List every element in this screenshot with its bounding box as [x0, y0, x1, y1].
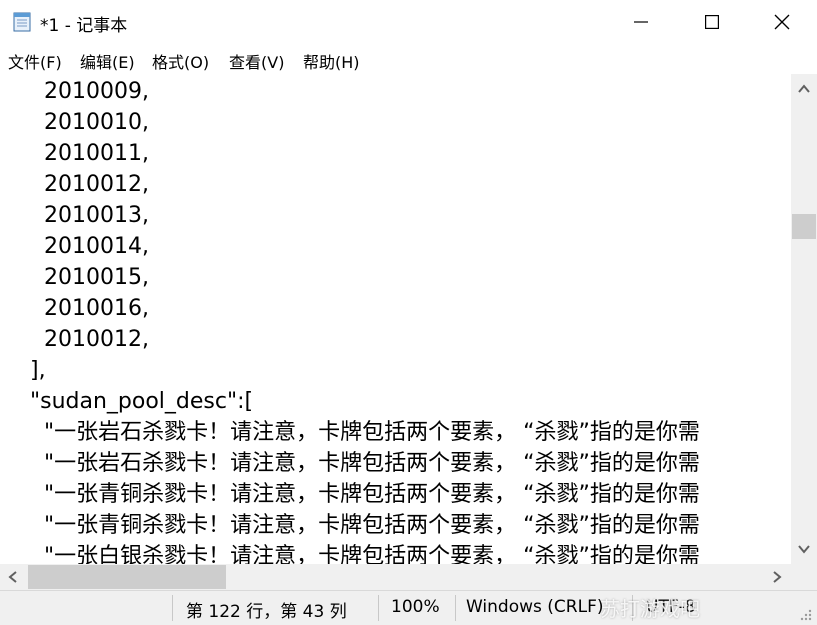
- menu-bar: 文件(F) 编辑(E) 格式(O) 查看(V) 帮助(H): [0, 44, 817, 74]
- text-line: "一张白银杀戮卡！请注意，卡牌包括两个要素， “杀戮”指的是你需: [16, 544, 700, 564]
- menu-help[interactable]: 帮助(H): [303, 49, 360, 73]
- scroll-left-icon[interactable]: [8, 571, 18, 583]
- window-title: *1 - 记事本: [40, 16, 128, 36]
- horizontal-scroll-thumb[interactable]: [28, 565, 226, 589]
- text-line: 2010012,: [16, 327, 149, 352]
- text-line: "sudan_pool_desc":[: [16, 389, 254, 414]
- scrollbar-corner: [791, 564, 817, 590]
- vertical-scrollbar[interactable]: [791, 74, 817, 564]
- menu-view[interactable]: 查看(V): [229, 49, 284, 73]
- maximize-button[interactable]: [689, 0, 735, 44]
- menu-file[interactable]: 文件(F): [8, 49, 62, 73]
- maximize-icon: [705, 15, 719, 29]
- resize-grip-icon[interactable]: [798, 607, 812, 621]
- minimize-icon: [634, 21, 648, 23]
- text-line: "一张青铜杀戮卡！请注意，卡牌包括两个要素， “杀戮”指的是你需: [16, 482, 700, 507]
- scroll-right-icon[interactable]: [772, 571, 782, 583]
- notepad-icon: [13, 12, 31, 32]
- watermark: 苏打游戏吧: [600, 597, 700, 621]
- scroll-up-icon[interactable]: [798, 84, 810, 94]
- status-separator: [378, 595, 379, 621]
- text-line: 2010016,: [16, 296, 149, 321]
- text-line: 2010014,: [16, 234, 149, 259]
- text-line: 2010012,: [16, 172, 149, 197]
- line-ending: Windows (CRLF): [466, 597, 604, 617]
- status-bar: 第 122 行，第 43 列 100% Windows (CRLF) UTF-8…: [0, 590, 817, 625]
- close-button[interactable]: [759, 0, 805, 44]
- status-separator: [172, 595, 173, 621]
- minimize-button[interactable]: [618, 0, 664, 44]
- zoom-level: 100%: [391, 597, 440, 617]
- text-line: "一张青铜杀戮卡！请注意，卡牌包括两个要素， “杀戮”指的是你需: [16, 513, 700, 538]
- scroll-down-icon[interactable]: [798, 544, 810, 554]
- menu-format[interactable]: 格式(O): [152, 49, 209, 73]
- text-editor[interactable]: 2010009, 2010010, 2010011, 2010012, 2010…: [0, 74, 791, 564]
- cursor-position: 第 122 行，第 43 列: [186, 602, 347, 622]
- text-line: 2010011,: [16, 141, 149, 166]
- vertical-scroll-thumb[interactable]: [792, 214, 816, 239]
- text-line: 2010015,: [16, 265, 149, 290]
- text-line: 2010013,: [16, 203, 149, 228]
- menu-edit[interactable]: 编辑(E): [80, 49, 135, 73]
- title-bar: *1 - 记事本: [0, 0, 817, 44]
- text-line: "一张岩石杀戮卡！请注意，卡牌包括两个要素， “杀戮”指的是你需: [16, 420, 700, 445]
- text-line: 2010010,: [16, 110, 149, 135]
- text-line: "一张岩石杀戮卡！请注意，卡牌包括两个要素， “杀戮”指的是你需: [16, 451, 700, 476]
- status-separator: [455, 595, 456, 621]
- horizontal-scrollbar[interactable]: [0, 564, 791, 590]
- text-line: ],: [16, 358, 46, 383]
- text-line: 2010009,: [16, 79, 149, 104]
- close-icon: [774, 14, 790, 30]
